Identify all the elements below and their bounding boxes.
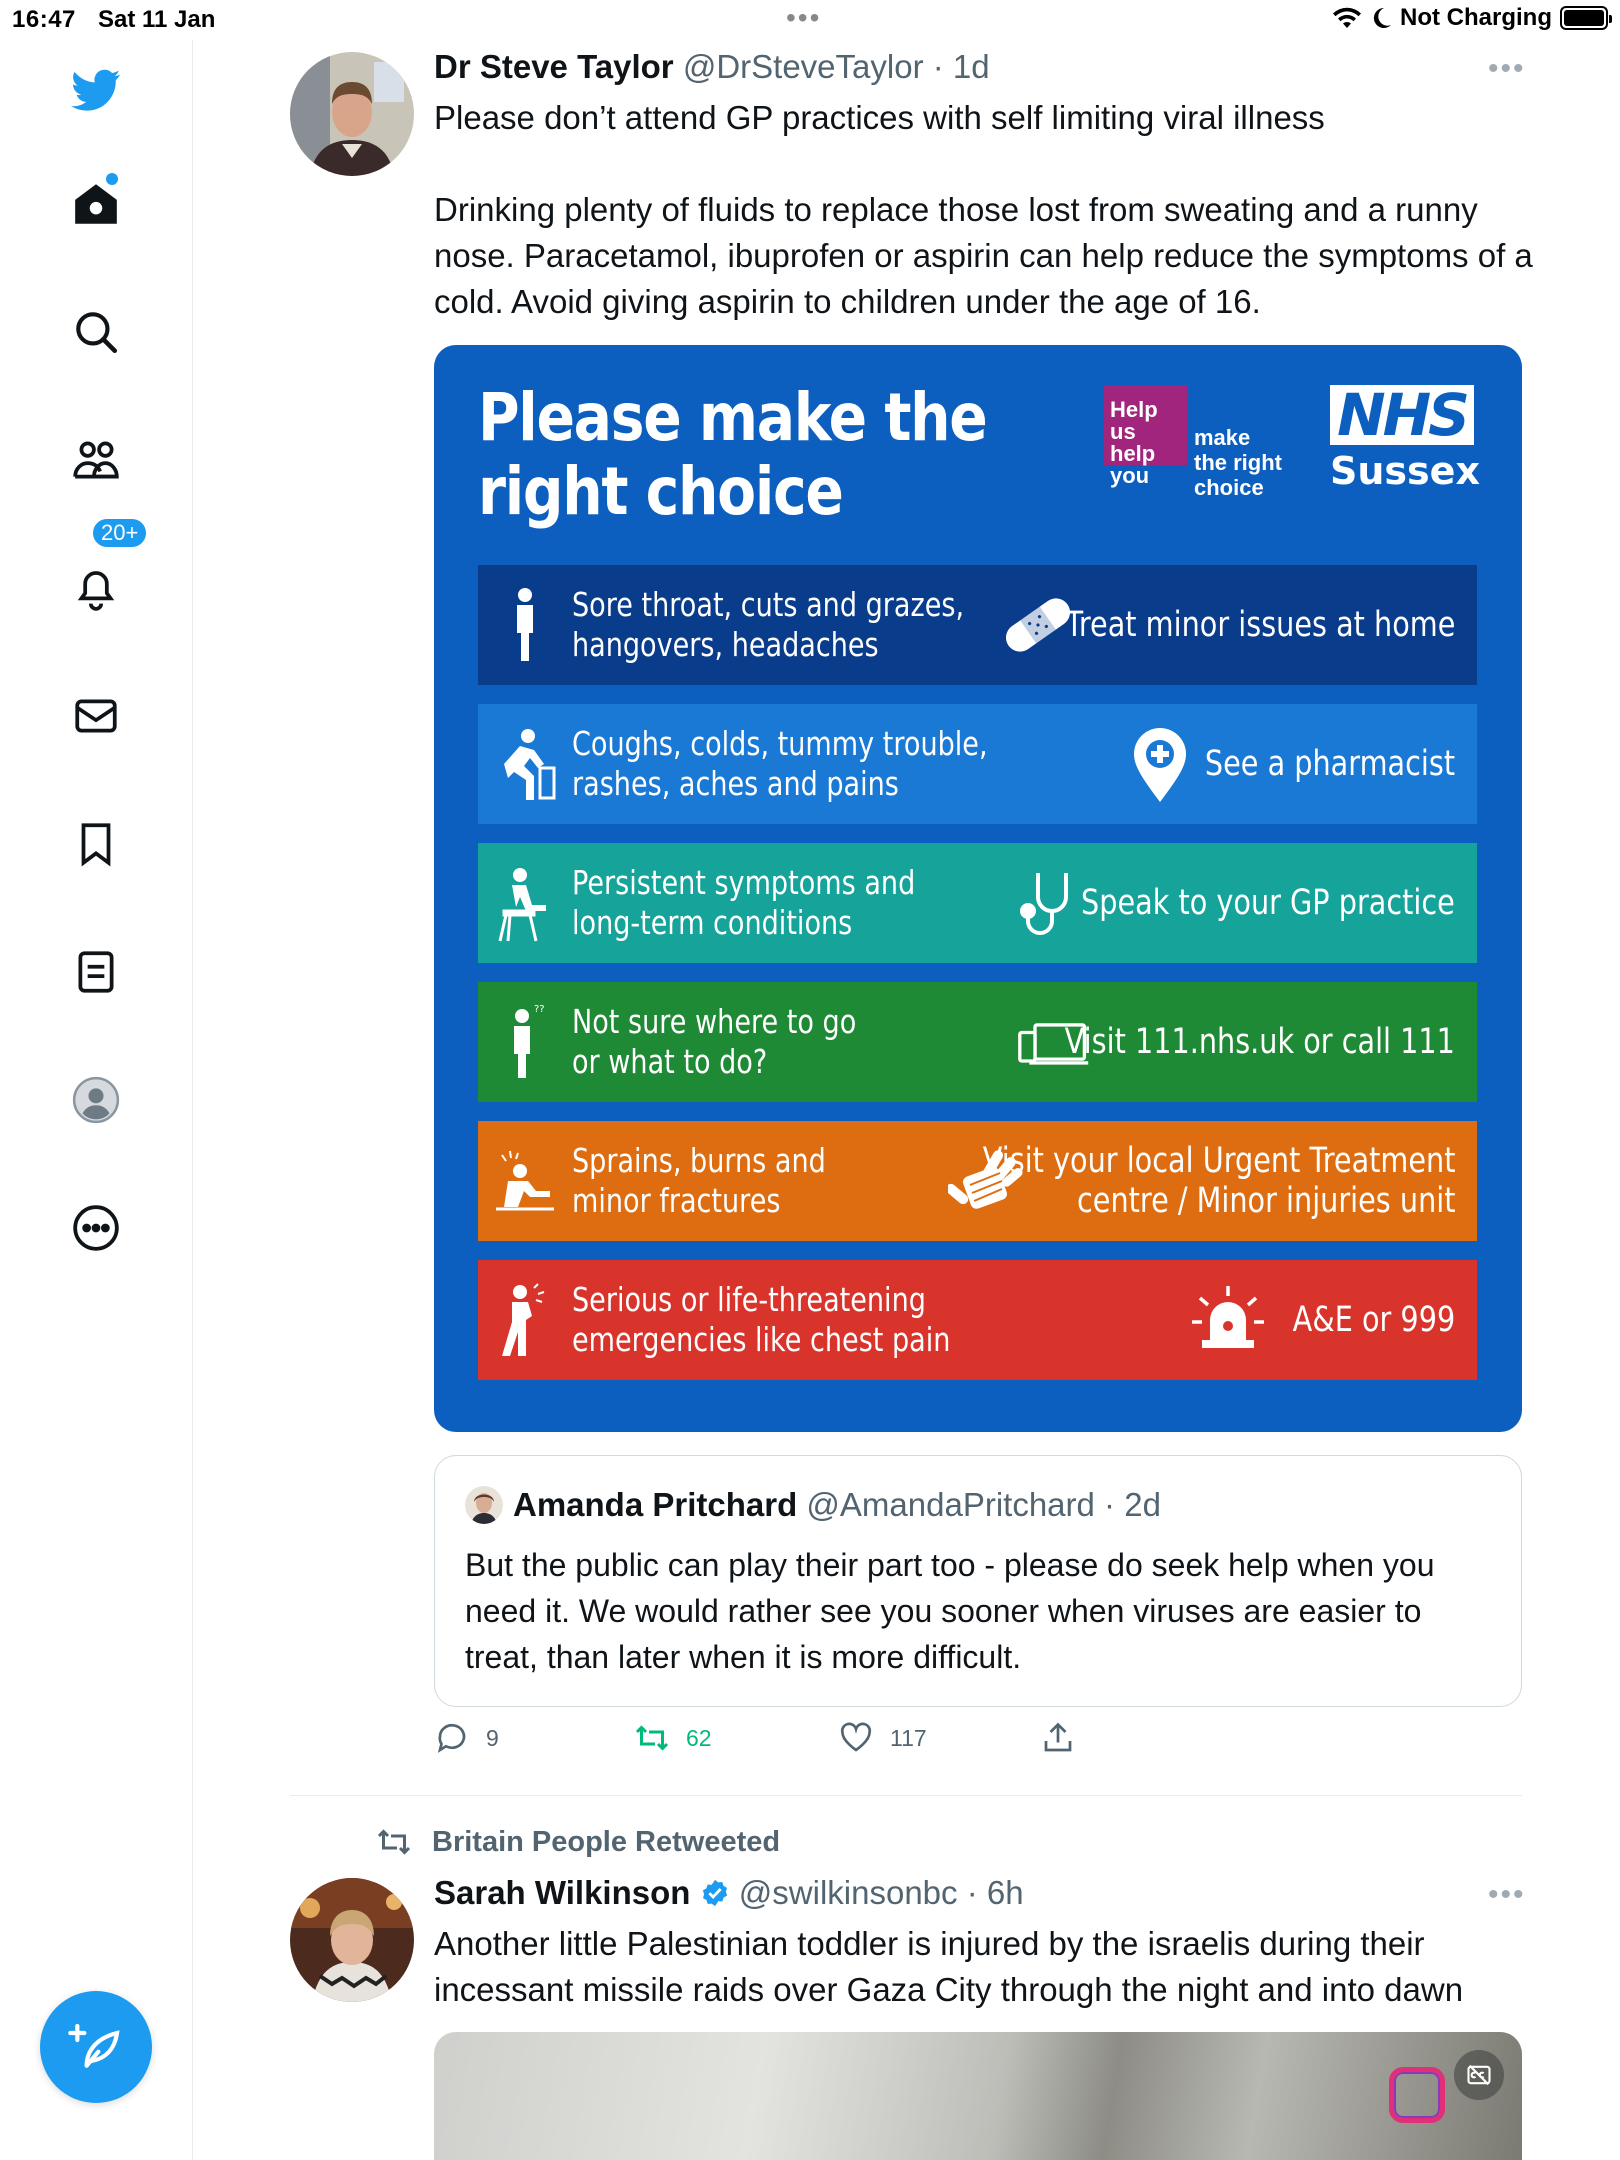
infographic-action-home: Treat minor issues at home	[1065, 605, 1455, 645]
tweet-video-thumbnail[interactable]	[434, 2032, 1522, 2160]
infographic-action-111: Visit 111.nhs.uk or call 111	[1064, 1022, 1455, 1062]
wifi-icon	[1333, 7, 1362, 29]
like-count: 117	[890, 1724, 927, 1751]
author-handle[interactable]: @DrSteveTaylor	[683, 48, 924, 85]
emergency-siren-icon	[1192, 1286, 1264, 1348]
retweet-button[interactable]: 62	[634, 1720, 712, 1756]
communities-icon[interactable]	[66, 430, 126, 490]
standing-person-icon	[517, 588, 533, 661]
like-button[interactable]: 117	[838, 1720, 927, 1756]
pharmacy-location-pin-icon	[1134, 728, 1186, 802]
more-circle-icon[interactable]	[66, 1198, 126, 1258]
reply-button[interactable]: 9	[434, 1720, 499, 1756]
tweet-more-options-icon[interactable]: •••	[1488, 52, 1526, 86]
captions-off-icon	[1467, 2064, 1491, 2086]
confused-person-icon: ??	[514, 1004, 545, 1078]
infographic-action-utc-line1: Visit your local Urgent Treatment	[982, 1141, 1455, 1181]
verified-badge-icon	[702, 1879, 727, 1907]
tweet-divider	[290, 1795, 1522, 1796]
tweet-text-line1: Please don’t attend GP practices with se…	[434, 99, 1325, 136]
author-name[interactable]: Dr Steve Taylor	[434, 48, 674, 85]
help-us-help-you-tagline: make the right choice	[1194, 425, 1282, 500]
quoted-timestamp[interactable]: · 2d	[1095, 1486, 1161, 1523]
heart-icon	[840, 1722, 872, 1752]
infographic-row-111: ?? Not sure where to go or what to do? Vi…	[478, 982, 1477, 1102]
moon-icon	[1373, 7, 1392, 28]
injured-person-icon	[496, 1150, 554, 1211]
compose-feather-icon	[68, 2023, 120, 2068]
messages-icon[interactable]	[66, 686, 126, 746]
person-bending-icon	[504, 729, 556, 800]
notifications-bell-icon[interactable]	[66, 558, 126, 618]
infographic-row-gp: Persistent symptoms and long-term conditi…	[478, 843, 1477, 963]
infographic-action-gp: Speak to your GP practice	[1081, 883, 1455, 923]
reply-count: 9	[486, 1724, 499, 1751]
chest-pain-person-icon	[502, 1283, 545, 1356]
infographic-row-emergency: Serious or life-threatening emergencies l…	[478, 1260, 1477, 1380]
help-us-help-you-logo: Help us help you	[1104, 385, 1188, 487]
infographic-row-self-care: Sore throat, cuts and grazes, hangovers, …	[478, 565, 1477, 685]
quoted-author-handle[interactable]: @AmandaPritchard	[806, 1486, 1094, 1523]
battery-icon	[1560, 6, 1612, 30]
home-icon[interactable]	[66, 174, 126, 234]
twitter-bird-icon[interactable]	[66, 60, 126, 120]
battery-status-label: Not Charging	[1400, 4, 1552, 31]
stethoscope-icon	[1020, 873, 1068, 935]
retweet-icon	[635, 1725, 669, 1751]
infographic-row-urgent-treatment: Sprains, burns and minor fractures Visit …	[478, 1121, 1477, 1241]
infographic-action-pharmacist: See a pharmacist	[1204, 744, 1455, 784]
infographic-title-line1: Please make the	[478, 379, 988, 456]
tweet-text: Another little Palestinian toddler is in…	[434, 1925, 1464, 2008]
notification-count-badge[interactable]: 20+	[90, 516, 150, 550]
quoted-tweet-text: But the public can play their part too -…	[465, 1547, 1435, 1675]
tweet-text-paragraph: Drinking plenty of fluids to replace tho…	[434, 191, 1533, 320]
author-avatar[interactable]	[290, 52, 414, 176]
svg-text:??: ??	[534, 1004, 545, 1015]
quoted-author-name[interactable]: Amanda Pritchard	[513, 1486, 797, 1523]
search-icon[interactable]	[66, 302, 126, 362]
quoted-author-avatar[interactable]	[465, 1486, 503, 1524]
lists-icon[interactable]	[66, 942, 126, 1002]
author-handle[interactable]: @swilkinsonbc	[739, 1874, 958, 1911]
tweet-more-options-icon[interactable]: •••	[1488, 1878, 1526, 1912]
compose-tweet-button[interactable]	[40, 1991, 152, 2103]
author-avatar[interactable]	[290, 1878, 414, 2002]
status-date: Sat 11 Jan	[98, 6, 216, 33]
instagram-logo-icon	[1389, 2067, 1445, 2123]
tweet-timestamp[interactable]: · 1d	[924, 48, 990, 85]
bookmarks-icon[interactable]	[66, 814, 126, 874]
retweeted-by-label[interactable]: Britain People Retweeted	[374, 1824, 780, 1860]
tweet-action-bar: 9 62 117	[434, 1720, 1522, 1770]
captions-toggle-button[interactable]	[1454, 2050, 1504, 2100]
infographic-row-pharmacist: Coughs, colds, tummy trouble, rashes, ach…	[478, 704, 1477, 824]
nhs-logo: NHS	[1330, 385, 1474, 445]
status-time: 16:47	[12, 6, 76, 33]
share-icon	[1044, 1722, 1072, 1752]
status-bar: 16:47 Sat 11 Jan ••• Not Charging	[0, 0, 1620, 40]
infographic-action-ae: A&E or 999	[1292, 1300, 1455, 1340]
multitasking-dots[interactable]: •••	[786, 2, 821, 34]
author-name[interactable]: Sarah Wilkinson	[434, 1874, 690, 1911]
infographic-title-line2: right choice	[478, 453, 844, 530]
nhs-region-label: Sussex	[1330, 449, 1480, 493]
seated-person-icon	[498, 868, 546, 942]
home-unread-dot	[106, 173, 118, 185]
quoted-tweet[interactable]: Amanda Pritchard @AmandaPritchard · 2d B…	[434, 1455, 1522, 1707]
share-button[interactable]	[1040, 1720, 1076, 1756]
profile-avatar-icon[interactable]	[66, 1070, 126, 1130]
retweet-count: 62	[686, 1724, 712, 1751]
reply-icon	[437, 1723, 466, 1753]
infographic-action-utc-line2: centre / Minor injuries unit	[1076, 1181, 1455, 1221]
tweet-timestamp[interactable]: · 6h	[958, 1874, 1024, 1911]
tweet-image-nhs-infographic[interactable]: Please make the right choice Help us hel…	[434, 345, 1522, 1432]
retweet-icon	[377, 1829, 411, 1855]
